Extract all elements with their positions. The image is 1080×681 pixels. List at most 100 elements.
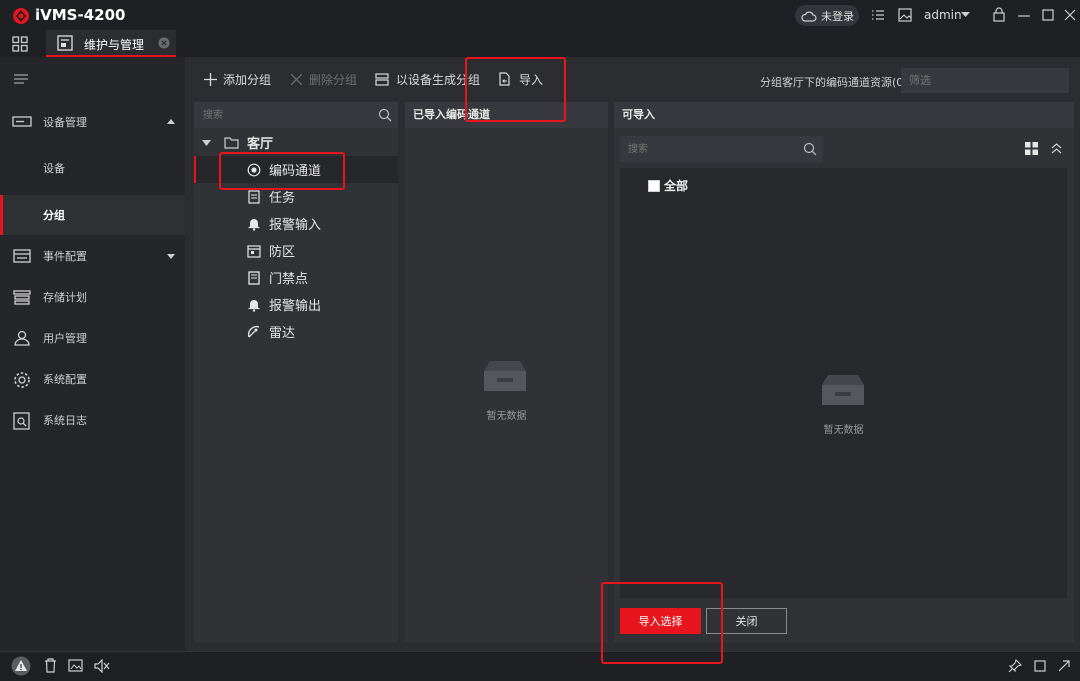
- alarm-output-icon: [247, 298, 261, 312]
- folder-icon: [224, 136, 239, 149]
- expand-arrow-icon[interactable]: [202, 139, 211, 146]
- delete-group-button[interactable]: 删除分组: [291, 57, 357, 101]
- caret-down-icon[interactable]: [961, 12, 970, 18]
- log-icon: [12, 412, 32, 430]
- collapse-up-icon[interactable]: [1051, 143, 1062, 154]
- search-icon[interactable]: [378, 108, 392, 122]
- list-icon[interactable]: [871, 8, 885, 22]
- sidebar-item-group[interactable]: 分组: [0, 195, 185, 235]
- sidebar-item-device[interactable]: 设备: [0, 148, 185, 188]
- annotation-box-encoding-channel: [219, 152, 345, 190]
- x-icon: [291, 73, 302, 85]
- radar-icon: [247, 325, 261, 339]
- tab-bar: 维护与管理: [0, 30, 1080, 57]
- tree-root-label: 客厅: [247, 137, 274, 152]
- minimize-icon[interactable]: [1018, 14, 1030, 18]
- search-icon[interactable]: [803, 142, 817, 156]
- tab-label: 维护与管理: [84, 38, 145, 52]
- window-icon[interactable]: [1034, 660, 1046, 672]
- sidebar-item-label: 存储计划: [43, 291, 87, 304]
- tree-search-input[interactable]: [194, 102, 374, 128]
- user-menu[interactable]: admin: [924, 8, 962, 22]
- app-title: iVMS-4200: [35, 6, 126, 24]
- tree-item-alarm-output[interactable]: 报警输出: [194, 291, 398, 318]
- app-logo-icon: [12, 7, 30, 25]
- tree-item-zone[interactable]: 防区: [194, 237, 398, 264]
- importable-search-input[interactable]: [620, 136, 800, 162]
- annotation-box-import: [465, 57, 566, 122]
- sidebar-item-user-management[interactable]: 用户管理: [0, 318, 185, 358]
- plus-icon: [204, 72, 217, 86]
- toolbar: 添加分组 删除分组 以设备生成分组 导入 分组客厅下的编码通道资源(0): [185, 57, 1080, 101]
- empty-tray-icon: [818, 373, 868, 407]
- tree-item-access-point[interactable]: 门禁点: [194, 264, 398, 291]
- device-list-icon: [375, 72, 389, 86]
- sidebar-item-label: 设备管理: [43, 116, 87, 129]
- login-status-label: 未登录: [821, 9, 854, 23]
- sidebar-item-label: 设备: [43, 162, 65, 175]
- sidebar: 设备管理 设备 分组 事件配置 存储计划 用户管理 系统配置 系统日志: [0, 57, 185, 651]
- tree-item-radar[interactable]: 雷达: [194, 318, 398, 345]
- lock-icon[interactable]: [993, 7, 1005, 22]
- filter-input[interactable]: [901, 68, 1069, 93]
- maximize-icon[interactable]: [1042, 9, 1054, 21]
- sidebar-item-event-config[interactable]: 事件配置: [0, 236, 185, 276]
- login-status-button[interactable]: 未登录: [795, 5, 859, 26]
- importable-empty-text: 暂无数据: [823, 425, 864, 436]
- event-icon: [12, 248, 32, 264]
- sidebar-item-label: 系统配置: [43, 373, 87, 386]
- tree-item-alarm-input[interactable]: 报警输入: [194, 210, 398, 237]
- tree-item-label: 报警输入: [269, 218, 322, 233]
- select-all-checkbox[interactable]: 全部: [648, 177, 688, 194]
- status-bar: [0, 651, 1080, 681]
- image-icon[interactable]: [898, 8, 912, 22]
- sidebar-item-storage-plan[interactable]: 存储计划: [0, 277, 185, 317]
- importable-panel: 可导入 全部 暂无数据 导入选择 关闭: [614, 102, 1074, 642]
- caret-up-icon: [167, 119, 175, 124]
- zone-icon: [247, 244, 261, 258]
- imported-empty-text: 暂无数据: [486, 411, 527, 422]
- storage-icon: [12, 289, 32, 305]
- cloud-icon: [801, 10, 817, 22]
- device-icon: [12, 114, 32, 128]
- expand-icon[interactable]: [1058, 660, 1070, 672]
- importable-search[interactable]: [620, 136, 823, 162]
- sidebar-item-system-config[interactable]: 系统配置: [0, 359, 185, 399]
- sidebar-item-system-log[interactable]: 系统日志: [0, 400, 185, 440]
- sidebar-item-label: 分组: [43, 209, 65, 222]
- tree-item-label: 雷达: [269, 326, 296, 341]
- warning-icon[interactable]: [11, 656, 31, 676]
- mute-icon[interactable]: [94, 659, 110, 673]
- caret-down-icon: [167, 254, 175, 259]
- checkbox-box[interactable]: [648, 179, 660, 192]
- sidebar-item-label: 系统日志: [43, 414, 87, 427]
- imported-channels-panel: 已导入编码通道 暂无数据: [405, 102, 608, 642]
- close-icon[interactable]: [1064, 9, 1076, 21]
- gear-icon: [12, 371, 32, 389]
- user-icon: [12, 330, 32, 346]
- tree-search[interactable]: [194, 102, 398, 128]
- add-group-label: 添加分组: [223, 72, 272, 87]
- sidebar-item-device-management[interactable]: 设备管理: [0, 102, 185, 142]
- tab-maintenance[interactable]: 维护与管理: [46, 30, 176, 57]
- empty-tray-icon: [480, 359, 530, 393]
- maintenance-icon: [57, 35, 73, 51]
- grid-menu-icon[interactable]: [12, 36, 28, 52]
- importable-list: 全部 暂无数据: [620, 168, 1067, 598]
- trash-icon[interactable]: [44, 658, 57, 673]
- add-group-button[interactable]: 添加分组: [204, 57, 271, 101]
- resource-label: 分组客厅下的编码通道资源(0): [760, 76, 908, 89]
- importable-header: 可导入: [614, 102, 1074, 128]
- tree-item-label: 门禁点: [269, 272, 309, 287]
- door-icon: [247, 270, 261, 285]
- title-bar: iVMS-4200 未登录 admin: [0, 0, 1080, 30]
- hamburger-icon[interactable]: [14, 74, 28, 84]
- pin-icon[interactable]: [1008, 659, 1022, 673]
- tab-close-icon[interactable]: [158, 37, 170, 49]
- sidebar-item-label: 用户管理: [43, 332, 87, 345]
- bell-icon: [247, 217, 261, 231]
- annotation-box-import-selection: [601, 582, 723, 664]
- screenshot-icon[interactable]: [68, 659, 83, 672]
- grid-view-icon[interactable]: [1025, 142, 1038, 155]
- sidebar-item-label: 事件配置: [43, 250, 87, 263]
